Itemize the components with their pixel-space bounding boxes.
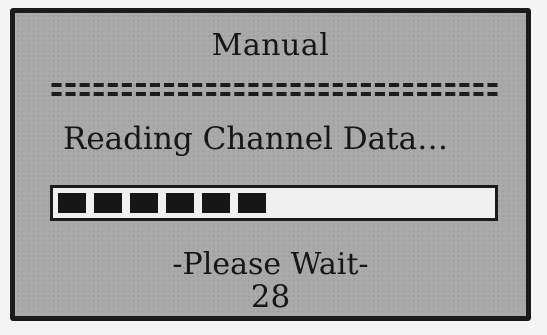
divider-dash [206,83,217,87]
divider-dash [220,92,231,96]
divider-dash [51,92,62,96]
divider-dash [445,92,456,96]
divider-dash [262,92,273,96]
divider-dash [431,92,442,96]
divider-dash [65,92,76,96]
progress-segment [94,193,122,213]
divider-dash [107,92,118,96]
divider-dash [346,83,357,87]
divider-dash [431,83,442,87]
divider-dash [276,92,287,96]
countdown-value: 28 [250,279,291,315]
progress-segment [202,193,230,213]
progress-segment [58,193,86,213]
divider-dash [149,92,160,96]
divider-dash [121,92,132,96]
divider-dash [389,92,400,96]
divider-dash [445,83,456,87]
please-wait-label: -Please Wait- [172,247,369,282]
divider-dash [135,83,146,87]
divider-dash [417,83,428,87]
divider-dash [178,92,189,96]
divider-dash [304,92,315,96]
divider-dash [107,83,118,87]
divider-dash [332,83,343,87]
divider-dash [290,92,301,96]
divider-dash [473,92,484,96]
divider-dash [346,92,357,96]
divider-dash [65,83,76,87]
title-divider [51,83,498,96]
divider-dash [135,92,146,96]
divider-dash [417,92,428,96]
divider-dash [262,83,273,87]
divider-dash [360,83,371,87]
divider-dash [234,83,245,87]
progress-segment [166,193,194,213]
divider-dash [149,83,160,87]
divider-dash [487,92,498,96]
divider-dash [304,83,315,87]
divider-dash [79,92,90,96]
divider-dash [318,92,329,96]
divider-dash [374,92,385,96]
screen-title: Manual [211,28,330,63]
divider-dash [121,83,132,87]
divider-dash [192,83,203,87]
divider-dash [93,83,104,87]
divider-dash [318,83,329,87]
divider-dash [93,92,104,96]
divider-dash [403,92,414,96]
divider-dash [164,92,175,96]
divider-dash [276,83,287,87]
divider-dash [332,92,343,96]
divider-dash [164,83,175,87]
divider-dash [248,83,259,87]
divider-dash [206,92,217,96]
progress-segment [238,193,266,213]
divider-dash [360,92,371,96]
divider-dash [234,92,245,96]
divider-dash [473,83,484,87]
progress-segment [130,193,158,213]
divider-dash [389,83,400,87]
divider-dash [79,83,90,87]
divider-dash [51,83,62,87]
divider-dash [487,83,498,87]
divider-dash [403,83,414,87]
divider-dash [459,83,470,87]
divider-dash [290,83,301,87]
divider-dash [178,83,189,87]
status-message: Reading Channel Data… [63,121,449,157]
progress-fill [58,193,490,213]
divider-dash [459,92,470,96]
divider-dash [192,92,203,96]
lcd-screen: Manual Reading Channel Data… -Please Wai… [10,8,531,321]
progress-bar [50,185,498,221]
divider-dash [374,83,385,87]
divider-dash [248,92,259,96]
divider-dash [220,83,231,87]
